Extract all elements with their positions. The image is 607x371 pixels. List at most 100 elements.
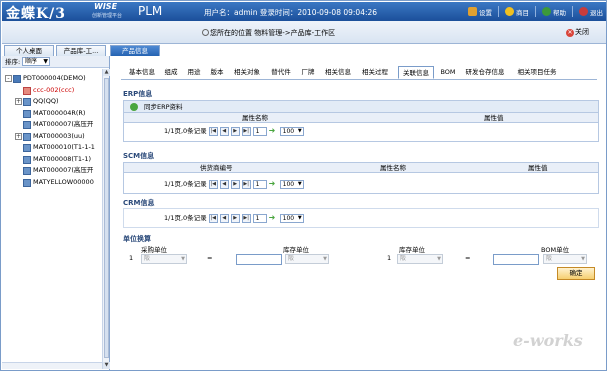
chevron-down-icon: ▼ [297, 214, 302, 221]
next-page-icon[interactable]: ▶ [230, 179, 240, 189]
subtab-project-tasks[interactable]: 相关项目任务 [513, 66, 561, 79]
subtab-composition[interactable]: 组成 [161, 66, 181, 79]
expand-icon[interactable]: + [15, 132, 22, 140]
page-size-value: 100 [282, 180, 295, 188]
subtab-substitutes[interactable]: 替代件 [267, 66, 295, 79]
material-icon [23, 86, 31, 95]
left-panel: 排序: 顺序 ▼ - PDT000004(DEMO) ccc-002(ccc) + Q… [2, 56, 110, 370]
scm-section: 供货商编号 属性名称 属性值 1/1页,0条记录 |◀ ◀ ▶ ▶| 1 ➜ 1… [123, 162, 599, 194]
subtab-rd-inventory[interactable]: 研发仓存信息 [461, 66, 509, 79]
tree-node-label: MAT000003(uu) [33, 131, 85, 140]
column-header: 属性名称 [380, 164, 406, 172]
tree-node[interactable]: MAT000008(T1-1) [2, 154, 102, 166]
select-value: 阪 [546, 255, 553, 262]
tree-vertical-scrollbar[interactable]: ▲ ▼ [102, 69, 110, 369]
tree-node-label: MAT000004R(R) [33, 108, 86, 117]
subtab-related-info[interactable]: 相关信息 [321, 66, 355, 79]
tree-node[interactable]: MAT000007(高压开 [2, 119, 102, 131]
page-number-input[interactable]: 1 [252, 126, 267, 136]
sort-label: 排序: [5, 58, 21, 66]
erp-section-title: ERP信息 [123, 90, 153, 98]
sort-select[interactable]: 顺序 ▼ [22, 57, 50, 66]
settings-button[interactable]: 设置 [468, 6, 492, 17]
subtab-bom[interactable]: BOM [437, 66, 459, 79]
expand-icon[interactable]: + [15, 98, 22, 105]
subtab-basic-info[interactable]: 基本信息 [125, 66, 159, 79]
subtab-related-process[interactable]: 相关过程 [358, 66, 392, 79]
tree-node-label: ccc-002(ccc) [33, 85, 75, 94]
close-label: 关闭 [575, 28, 589, 36]
tree-node[interactable]: - PDT000004(DEMO) [2, 73, 102, 85]
scroll-thumb[interactable] [104, 78, 109, 358]
tree-horizontal-scrollbar[interactable] [2, 362, 102, 369]
prev-page-icon[interactable]: ◀ [219, 179, 229, 189]
prev-page-icon[interactable]: ◀ [219, 213, 229, 223]
scroll-up-icon[interactable]: ▲ [103, 69, 110, 76]
tab-product-info[interactable]: 产品信息 [110, 45, 160, 56]
tree-node[interactable]: + QQ(QQ) [2, 96, 102, 108]
tree-node[interactable]: ccc-002(ccc) [2, 85, 102, 97]
material-icon [23, 98, 31, 106]
tree-node-label: MATYELLOW00000 [33, 177, 94, 186]
tree-node-label: QQ(QQ) [33, 97, 59, 105]
go-arrow-icon[interactable]: ➜ [269, 126, 278, 136]
tree-node[interactable]: MATYELLOW00000 [2, 177, 102, 189]
bom-quantity-input[interactable] [493, 254, 539, 265]
crm-section: 1/1页,0条记录 |◀ ◀ ▶ ▶| 1 ➜ 100 ▼ [123, 208, 599, 228]
help-button[interactable]: 帮助 [542, 6, 566, 17]
chevron-down-icon: ▼ [297, 180, 302, 187]
page-size-select[interactable]: 100 ▼ [279, 179, 304, 189]
last-page-icon[interactable]: ▶| [241, 179, 251, 189]
user-info: 用户名：admin 登录时间：2010-09-08 09:04:26 [204, 8, 378, 17]
tab-personal-desktop[interactable]: 个人桌面 [4, 45, 54, 56]
erp-table-header: 属性名称 属性值 [124, 113, 598, 123]
next-page-icon[interactable]: ▶ [230, 126, 240, 136]
subtab-brand[interactable]: 厂牌 [298, 66, 318, 79]
quantity-value: 1 [129, 254, 134, 262]
prev-page-icon[interactable]: ◀ [219, 126, 229, 136]
tree-node[interactable]: + MAT000003(uu) [2, 131, 102, 143]
last-page-icon[interactable]: ▶| [241, 213, 251, 223]
scm-section-title: SCM信息 [123, 152, 155, 160]
tree-node-label: MAT000007(高压开 [33, 166, 94, 174]
tree-node[interactable]: MAT000010(T1-1-1 [2, 142, 102, 154]
divider [535, 6, 536, 17]
tree-node[interactable]: MAT000007(高压开 [2, 165, 102, 177]
sort-bar: 排序: 顺序 ▼ [2, 56, 109, 68]
go-arrow-icon[interactable]: ➜ [269, 179, 278, 189]
logo-wise: WISE [94, 2, 118, 11]
exit-button[interactable]: 退出 [579, 6, 603, 17]
tab-product-library[interactable]: 产品库-工... [56, 45, 106, 56]
sync-erp-button[interactable]: 同步ERP资料 [124, 101, 598, 113]
exit-icon [579, 7, 588, 16]
info-button[interactable]: 商目 [505, 6, 529, 17]
collapse-icon[interactable]: - [5, 75, 12, 82]
subtab-related-objects[interactable]: 相关对象 [230, 66, 264, 79]
page-number-input[interactable]: 1 [252, 179, 267, 189]
subtab-version[interactable]: 版本 [207, 66, 227, 79]
confirm-button[interactable]: 确定 [557, 267, 595, 280]
next-page-icon[interactable]: ▶ [230, 213, 240, 223]
exit-label: 退出 [590, 8, 603, 17]
column-header: 属性名称 [242, 114, 268, 122]
breadcrumb-path[interactable]: 物料管理->产品库-工作区 [254, 29, 335, 37]
settings-label: 设置 [479, 8, 492, 17]
kingdee-logo: 金蝶K/3 [6, 6, 67, 22]
go-arrow-icon[interactable]: ➜ [269, 213, 278, 223]
first-page-icon[interactable]: |◀ [208, 179, 218, 189]
stock-quantity-input[interactable] [236, 254, 282, 265]
subtab-usage[interactable]: 用途 [184, 66, 204, 79]
page-size-select[interactable]: 100 ▼ [279, 213, 304, 223]
subtab-association-info[interactable]: 关联信息 [398, 66, 434, 79]
material-icon [23, 167, 31, 175]
column-header: 属性值 [484, 114, 504, 122]
close-button[interactable]: ✕ 关闭 [566, 27, 589, 37]
tree-node[interactable]: MAT000004R(R) [2, 108, 102, 120]
first-page-icon[interactable]: |◀ [208, 213, 218, 223]
first-page-icon[interactable]: |◀ [208, 126, 218, 136]
breadcrumb: 您所在的位置 物料管理->产品库-工作区 [202, 28, 335, 38]
page-size-select[interactable]: 100 ▼ [279, 126, 304, 136]
scroll-down-icon[interactable]: ▼ [103, 362, 110, 369]
last-page-icon[interactable]: ▶| [241, 126, 251, 136]
page-number-input[interactable]: 1 [252, 213, 267, 223]
